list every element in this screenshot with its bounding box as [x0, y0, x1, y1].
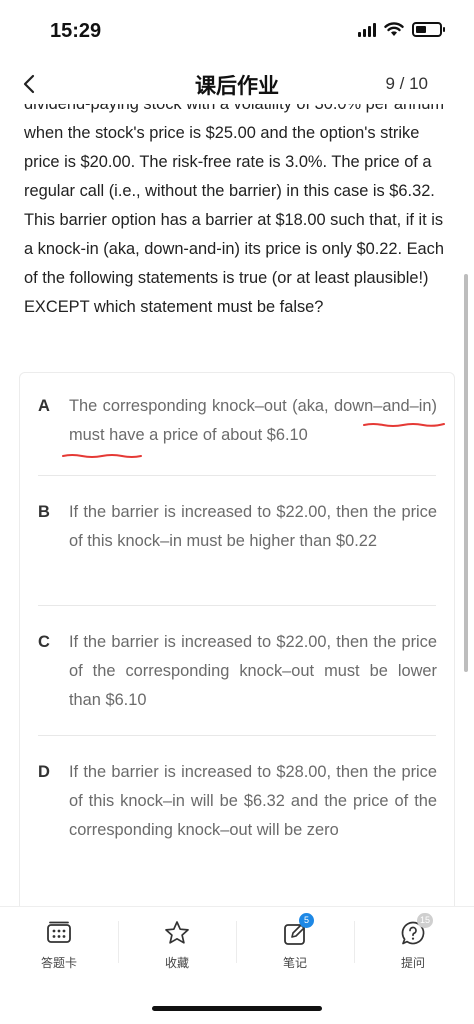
option-c-letter: C: [38, 633, 50, 651]
tab-answer-card[interactable]: 答题卡: [0, 907, 118, 977]
option-d[interactable]: D If the barrier is increased to $28.00,…: [38, 763, 437, 883]
option-divider: [38, 605, 436, 606]
nav-header: 课后作业 9 / 10: [0, 64, 474, 104]
option-b-letter: B: [38, 503, 50, 521]
scrollbar[interactable]: [464, 274, 468, 672]
home-indicator: [152, 1006, 322, 1011]
answer-card-icon: [47, 921, 71, 943]
star-icon: [165, 921, 189, 944]
status-icons: [358, 22, 445, 37]
status-time: 15:29: [50, 20, 102, 42]
question-content[interactable]: dividend-paying stock with a volatility …: [0, 104, 474, 906]
status-bar: 15:29: [0, 0, 474, 64]
option-c[interactable]: C If the barrier is increased to $22.00,…: [38, 633, 437, 723]
tab-notes-label: 笔记: [282, 956, 307, 970]
question-counter: 9 / 10: [385, 74, 428, 93]
wifi-icon: [384, 22, 404, 36]
notes-badge: 5: [299, 913, 314, 928]
options-card: A The corresponding knock–out (aka, down…: [19, 372, 455, 906]
note-icon-wrap: 5: [281, 913, 314, 947]
option-d-letter: D: [38, 763, 50, 781]
battery-icon: [412, 22, 445, 37]
question-text: dividend-paying stock with a volatility …: [24, 104, 445, 316]
option-b-text: If the barrier is increased to $22.00, t…: [69, 503, 437, 550]
ask-badge: 15: [417, 913, 434, 928]
option-b[interactable]: B If the barrier is increased to $22.00,…: [38, 503, 437, 593]
tab-ask[interactable]: 15 提问: [354, 907, 472, 977]
tab-answer-card-label: 答题卡: [40, 956, 77, 970]
option-divider: [38, 735, 436, 736]
option-c-text: If the barrier is increased to $22.00, t…: [69, 633, 437, 709]
option-a-letter: A: [38, 397, 50, 415]
bottom-toolbar: 答题卡 收藏 5 笔记 15 提问: [0, 906, 474, 976]
tab-notes[interactable]: 5 笔记: [236, 907, 354, 977]
option-divider: [38, 475, 436, 476]
option-d-text: If the barrier is increased to $28.00, t…: [69, 763, 437, 839]
cellular-signal-icon: [358, 22, 376, 37]
ask-icon-wrap: 15: [399, 913, 434, 947]
annotation-underline: [62, 454, 142, 458]
tab-ask-label: 提问: [400, 956, 425, 970]
tab-favorite-label: 收藏: [164, 956, 189, 970]
annotation-underline: [363, 423, 445, 427]
tab-favorite[interactable]: 收藏: [118, 907, 236, 977]
